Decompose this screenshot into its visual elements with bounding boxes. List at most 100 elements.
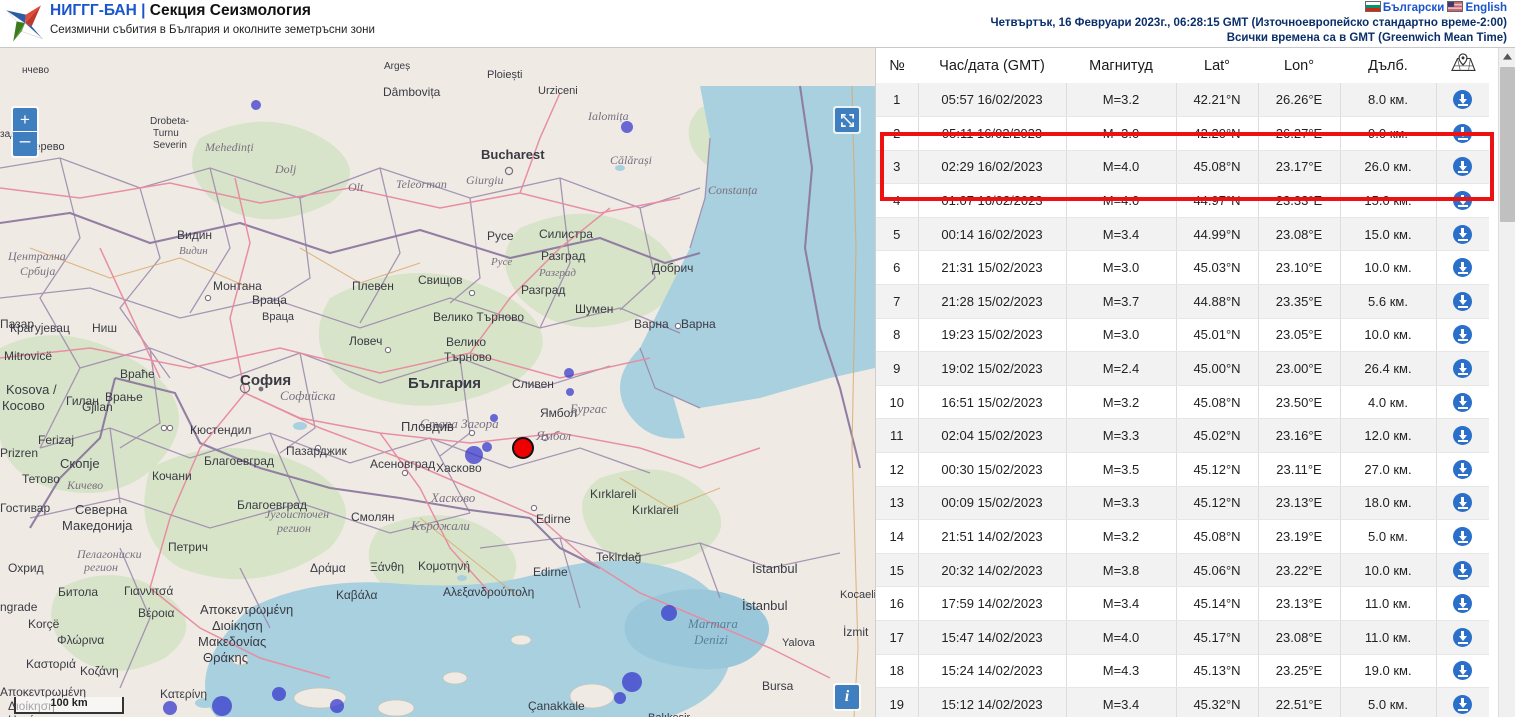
cell-download[interactable] bbox=[1436, 150, 1489, 185]
cell-number: 11 bbox=[876, 418, 919, 454]
seismic-map[interactable]: .lbl { font-family:"Liberation Sans",san… bbox=[0, 48, 875, 717]
download-icon[interactable] bbox=[1453, 661, 1473, 681]
cell-download[interactable] bbox=[1436, 217, 1489, 252]
download-icon[interactable] bbox=[1453, 560, 1473, 580]
cell-depth: 18.0 км. bbox=[1340, 486, 1437, 521]
cell-depth: 11.0 км. bbox=[1340, 586, 1437, 621]
svg-text:Δράμα: Δράμα bbox=[310, 561, 346, 575]
table-row[interactable]: 5 00:14 16/02/2023 M=3.4 44.99°N 23.08°E 15.0… bbox=[876, 217, 1489, 252]
scrollbar-thumb[interactable] bbox=[1500, 67, 1515, 222]
svg-text:Охрид: Охрид bbox=[8, 561, 44, 575]
table-row[interactable]: 1 05:57 16/02/2023 M=3.2 42.21°N 26.26°E 8.0 … bbox=[876, 83, 1489, 118]
map-canvas[interactable]: .lbl { font-family:"Liberation Sans",san… bbox=[0, 48, 875, 717]
map-info-control[interactable]: i bbox=[833, 683, 861, 711]
download-icon[interactable] bbox=[1453, 224, 1473, 244]
cell-number: 3 bbox=[876, 150, 919, 185]
cell-download[interactable] bbox=[1436, 452, 1489, 487]
table-row[interactable]: 7 21:28 15/02/2023 M=3.7 44.88°N 23.35°E 5.6 … bbox=[876, 284, 1489, 319]
table-row[interactable]: 18 15:24 14/02/2023 M=4.3 45.13°N 23.25°E 19.… bbox=[876, 654, 1489, 689]
download-icon[interactable] bbox=[1453, 325, 1473, 345]
cell-download[interactable] bbox=[1436, 486, 1489, 521]
cell-magnitude: M=3.2 bbox=[1066, 385, 1177, 420]
table-row[interactable]: 6 21:31 15/02/2023 M=3.0 45.03°N 23.10°E 10.0… bbox=[876, 250, 1489, 286]
th-longitude[interactable]: Lon° bbox=[1258, 48, 1340, 83]
table-row[interactable]: 8 19:23 15/02/2023 M=3.0 45.01°N 23.05°E 10.0… bbox=[876, 318, 1489, 353]
cell-latitude: 45.08°N bbox=[1176, 519, 1259, 554]
info-icon[interactable]: i bbox=[835, 685, 859, 709]
svg-text:Сливен: Сливен bbox=[512, 377, 554, 391]
fullscreen-expand-icon[interactable] bbox=[835, 108, 859, 132]
cell-number: 16 bbox=[876, 586, 919, 621]
table-row[interactable]: 9 19:02 15/02/2023 M=2.4 45.00°N 23.00°E 26.4… bbox=[876, 351, 1489, 386]
download-icon[interactable] bbox=[1453, 459, 1473, 479]
table-row[interactable]: 11 02:04 15/02/2023 M=3.3 45.02°N 23.16°E 12.… bbox=[876, 418, 1489, 454]
download-icon[interactable] bbox=[1453, 493, 1473, 513]
svg-text:Разград: Разград bbox=[521, 283, 565, 297]
download-icon[interactable] bbox=[1453, 392, 1473, 412]
table-row[interactable]: 4 01:07 16/02/2023 M=4.0 44.97°N 23.33°E 15.0… bbox=[876, 183, 1489, 218]
cell-download[interactable] bbox=[1436, 553, 1489, 588]
table-row[interactable]: 17 15:47 14/02/2023 M=4.0 45.17°N 23.08°E 11.… bbox=[876, 620, 1489, 655]
table-row[interactable]: 10 16:51 15/02/2023 M=3.2 45.08°N 23.50°E 4.0… bbox=[876, 385, 1489, 420]
svg-text:Разград: Разград bbox=[541, 249, 585, 263]
th-time-date[interactable]: Час/дата (GMT) bbox=[918, 48, 1066, 83]
cell-depth: 10.0 км. bbox=[1340, 553, 1437, 588]
th-number[interactable]: № bbox=[876, 48, 918, 83]
cell-longitude: 23.10°E bbox=[1258, 250, 1341, 286]
download-icon[interactable] bbox=[1453, 90, 1473, 110]
cell-depth: 26.4 км. bbox=[1340, 351, 1437, 386]
svg-text:Ialomița: Ialomița bbox=[587, 109, 629, 123]
download-icon[interactable] bbox=[1453, 627, 1473, 647]
main-content: .lbl { font-family:"Liberation Sans",san… bbox=[0, 48, 1515, 717]
download-icon[interactable] bbox=[1453, 527, 1473, 547]
scroll-up-arrow-icon[interactable] bbox=[1499, 48, 1515, 65]
earthquake-list-pane[interactable]: № Час/дата (GMT) Магнитуд Lat° Lon° Дълб… bbox=[875, 48, 1515, 717]
cell-download[interactable] bbox=[1436, 687, 1489, 717]
download-icon[interactable] bbox=[1453, 359, 1473, 379]
th-magnitude[interactable]: Магнитуд bbox=[1066, 48, 1176, 83]
th-latitude[interactable]: Lat° bbox=[1176, 48, 1258, 83]
svg-text:Edirne: Edirne bbox=[536, 512, 571, 526]
table-row[interactable]: 2 05:11 16/02/2023 M=3.0 42.20°N 26.27°E 9.0 … bbox=[876, 116, 1489, 151]
svg-text:Kocaeli: Kocaeli bbox=[840, 589, 875, 601]
table-row[interactable]: 15 20:32 14/02/2023 M=3.8 45.06°N 23.22°E 10.… bbox=[876, 553, 1489, 588]
cell-download[interactable] bbox=[1436, 318, 1489, 353]
download-icon[interactable] bbox=[1453, 157, 1473, 177]
table-row[interactable]: 14 21:51 14/02/2023 M=3.2 45.08°N 23.19°E 5.0… bbox=[876, 519, 1489, 554]
cell-download[interactable] bbox=[1436, 620, 1489, 655]
cell-download[interactable] bbox=[1436, 385, 1489, 420]
cell-download[interactable] bbox=[1436, 351, 1489, 386]
table-row[interactable]: 19 15:12 14/02/2023 M=3.4 45.32°N 22.51°E 5.0… bbox=[876, 687, 1489, 717]
table-scrollbar[interactable] bbox=[1498, 48, 1515, 717]
cell-download[interactable] bbox=[1436, 250, 1489, 286]
download-icon[interactable] bbox=[1453, 123, 1473, 143]
download-icon[interactable] bbox=[1453, 291, 1473, 311]
table-row[interactable]: 12 00:30 15/02/2023 M=3.5 45.12°N 23.11°E 27.… bbox=[876, 452, 1489, 487]
map-zoom-controls[interactable]: + – bbox=[11, 106, 39, 158]
svg-text:Teleorman: Teleorman bbox=[396, 177, 447, 191]
zoom-out-button[interactable]: – bbox=[13, 132, 37, 156]
cell-download[interactable] bbox=[1436, 83, 1489, 118]
table-row[interactable]: 16 17:59 14/02/2023 M=3.4 45.14°N 23.13°E 11.… bbox=[876, 586, 1489, 621]
lang-link-bulgarian[interactable]: Български bbox=[1383, 2, 1444, 14]
svg-text:Варна: Варна bbox=[681, 317, 716, 331]
cell-download[interactable] bbox=[1436, 284, 1489, 319]
download-icon[interactable] bbox=[1453, 694, 1473, 714]
table-row[interactable]: 13 00:09 15/02/2023 M=3.3 45.12°N 23.13°E 18.… bbox=[876, 486, 1489, 521]
cell-download[interactable] bbox=[1436, 586, 1489, 621]
cell-download[interactable] bbox=[1436, 654, 1489, 689]
svg-text:Свищов: Свищов bbox=[418, 273, 463, 287]
download-icon[interactable] bbox=[1453, 191, 1473, 211]
download-icon[interactable] bbox=[1453, 426, 1473, 446]
download-icon[interactable] bbox=[1453, 258, 1473, 278]
cell-download[interactable] bbox=[1436, 418, 1489, 454]
cell-download[interactable] bbox=[1436, 116, 1489, 151]
cell-download[interactable] bbox=[1436, 519, 1489, 554]
th-depth[interactable]: Дълб. bbox=[1340, 48, 1436, 83]
map-fullscreen-control[interactable] bbox=[833, 106, 861, 134]
table-row[interactable]: 3 02:29 16/02/2023 M=4.0 45.08°N 23.17°E 26.0… bbox=[876, 150, 1489, 185]
cell-download[interactable] bbox=[1436, 183, 1489, 218]
download-icon[interactable] bbox=[1453, 594, 1473, 614]
lang-link-english[interactable]: English bbox=[1465, 2, 1507, 14]
zoom-in-button[interactable]: + bbox=[13, 108, 37, 132]
